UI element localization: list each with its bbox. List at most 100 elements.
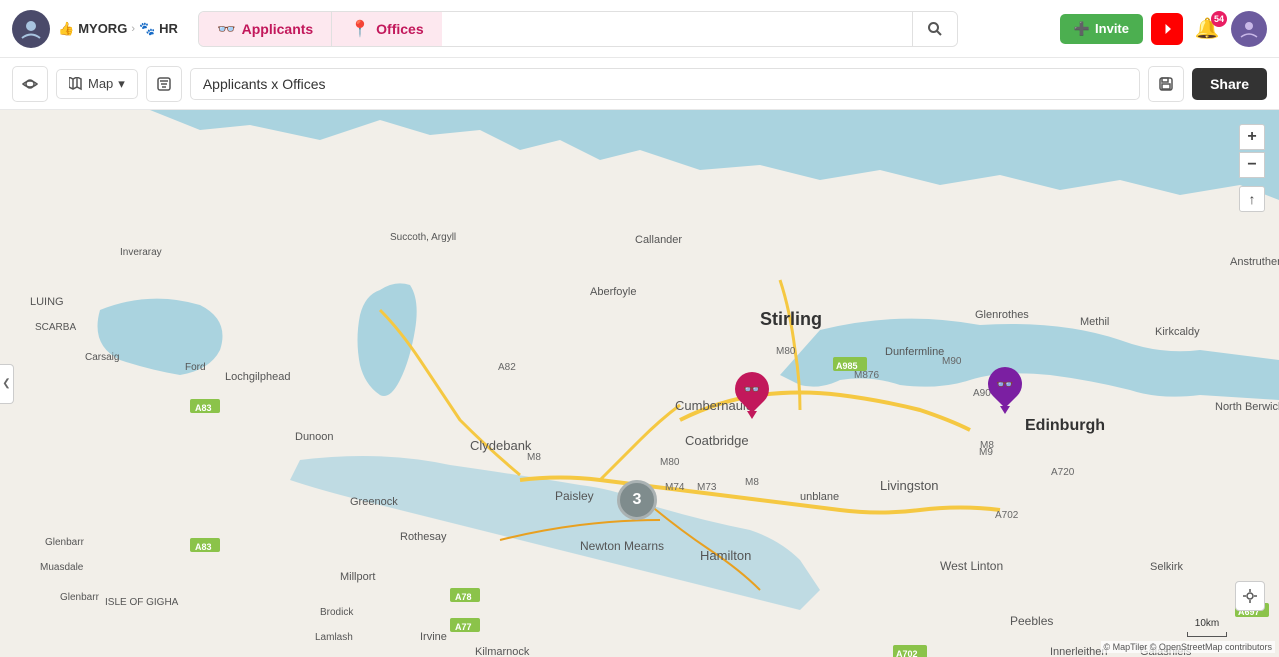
notification-badge: 54 (1211, 11, 1227, 27)
invite-label: Invite (1095, 21, 1129, 36)
tab-applicants-label: Applicants (242, 21, 314, 37)
svg-text:Muasdale: Muasdale (40, 562, 84, 573)
applicants-icon: 👓 (217, 20, 236, 38)
svg-text:Dunoon: Dunoon (295, 431, 334, 443)
svg-text:Lochgilphead: Lochgilphead (225, 371, 290, 383)
hr-icon: 🐾 (139, 21, 155, 37)
map-scale: 10km (1187, 632, 1227, 637)
office-marker-1[interactable]: 👓 (988, 367, 1022, 414)
svg-text:Hamilton: Hamilton (700, 548, 751, 563)
svg-text:Dunfermline: Dunfermline (885, 346, 944, 358)
cluster-count: 3 (633, 491, 642, 509)
svg-text:Anstruther: Anstruther (1230, 256, 1279, 268)
svg-text:Methil: Methil (1080, 316, 1109, 328)
svg-text:Lamlash: Lamlash (315, 632, 353, 643)
search-tabs-container: 👓 Applicants 📍 Offices (198, 11, 958, 47)
scale-label: 10km (1195, 618, 1219, 629)
svg-text:M8: M8 (980, 440, 994, 451)
thumb-icon: 👍 (58, 21, 74, 37)
section-name[interactable]: HR (159, 21, 178, 36)
svg-text:North Berwick: North Berwick (1215, 401, 1279, 413)
zoom-out-button[interactable]: − (1239, 152, 1265, 178)
sidebar-toggle-icon: ❮ (2, 378, 10, 389)
svg-text:Paisley: Paisley (555, 489, 594, 503)
svg-text:Ford: Ford (185, 362, 206, 373)
org-name[interactable]: MYORG (78, 21, 127, 36)
compass-button[interactable]: ↑ (1239, 186, 1265, 212)
chevron-icon: › (131, 23, 135, 35)
svg-text:Greenock: Greenock (350, 496, 398, 508)
svg-text:Newton Mearns: Newton Mearns (580, 539, 664, 553)
tab-offices-label: Offices (376, 21, 423, 37)
svg-text:A702: A702 (896, 649, 918, 657)
map-label: Map (88, 76, 113, 91)
map-container[interactable]: A82 M80 M876 M90 A90 M8 M80 M74 M73 M8 M… (0, 110, 1279, 657)
svg-text:Glenbarr: Glenbarr (60, 592, 100, 603)
user-avatar[interactable] (1231, 11, 1267, 47)
notifications-button[interactable]: 🔔 54 (1191, 13, 1223, 45)
toolbar: Map ▾ Share (0, 58, 1279, 110)
svg-text:SCARBA: SCARBA (35, 322, 76, 333)
app-logo (12, 10, 50, 48)
view-title-input[interactable] (190, 68, 1140, 100)
svg-text:Kilmarnock: Kilmarnock (475, 646, 530, 657)
svg-text:Glenbarr: Glenbarr (45, 537, 85, 548)
svg-text:Rothesay: Rothesay (400, 531, 447, 543)
svg-text:M876: M876 (854, 370, 879, 381)
my-location-button[interactable] (1235, 581, 1265, 611)
svg-text:Callander: Callander (635, 234, 682, 246)
save-button[interactable] (1148, 66, 1184, 102)
svg-text:Kirkcaldy: Kirkcaldy (1155, 326, 1200, 338)
svg-text:Carsaig: Carsaig (85, 352, 119, 363)
svg-text:Coatbridge: Coatbridge (685, 433, 749, 448)
svg-text:A77: A77 (455, 622, 472, 632)
invite-icon: ➕ (1074, 21, 1090, 37)
view-toggle-button[interactable] (12, 66, 48, 102)
svg-text:A83: A83 (195, 403, 212, 413)
svg-text:West Linton: West Linton (940, 559, 1003, 573)
search-button[interactable] (912, 12, 957, 46)
tab-applicants[interactable]: 👓 Applicants (199, 12, 332, 46)
app-header: 👍 MYORG › 🐾 HR 👓 Applicants 📍 Offices ➕ … (0, 0, 1279, 58)
svg-text:ISLE OF GIGHA: ISLE OF GIGHA (105, 597, 179, 608)
svg-text:M90: M90 (942, 356, 962, 367)
svg-text:A83: A83 (195, 542, 212, 552)
map-background: A82 M80 M876 M90 A90 M8 M80 M74 M73 M8 M… (0, 110, 1279, 657)
svg-text:Innerleithen: Innerleithen (1050, 646, 1108, 657)
org-breadcrumb: 👍 MYORG › 🐾 HR (58, 21, 178, 37)
sidebar-toggle[interactable]: ❮ (0, 364, 14, 404)
svg-text:Succoth, Argyll: Succoth, Argyll (390, 232, 456, 243)
filter-button[interactable] (146, 66, 182, 102)
svg-text:A720: A720 (1051, 467, 1075, 478)
svg-text:Glenrothes: Glenrothes (975, 309, 1029, 321)
svg-text:Selkirk: Selkirk (1150, 561, 1184, 573)
applicant-marker-1[interactable]: 👓 (735, 372, 769, 419)
svg-text:Millport: Millport (340, 571, 375, 583)
search-spacer (442, 12, 912, 46)
invite-button[interactable]: ➕ Invite (1060, 14, 1143, 44)
zoom-in-button[interactable]: + (1239, 124, 1265, 150)
cluster-marker[interactable]: 3 (617, 480, 657, 520)
svg-text:Peebles: Peebles (1010, 614, 1053, 628)
svg-text:LUING: LUING (30, 296, 64, 308)
svg-text:M73: M73 (697, 482, 717, 493)
svg-text:Edinburgh: Edinburgh (1025, 417, 1105, 434)
svg-text:Clydebank: Clydebank (470, 438, 532, 453)
svg-text:Stirling: Stirling (760, 309, 822, 329)
svg-text:Aberfoyle: Aberfoyle (590, 286, 636, 298)
svg-text:Livingston: Livingston (880, 478, 939, 493)
share-button[interactable]: Share (1192, 68, 1267, 100)
tab-offices[interactable]: 📍 Offices (332, 12, 441, 46)
map-zoom-controls: + − ↑ (1239, 124, 1265, 212)
svg-text:Inveraray: Inveraray (120, 247, 162, 258)
svg-text:M80: M80 (660, 457, 680, 468)
map-view-button[interactable]: Map ▾ (56, 69, 138, 99)
svg-text:A82: A82 (498, 362, 516, 373)
svg-text:M8: M8 (745, 477, 759, 488)
header-actions: ➕ Invite 🔔 54 (1060, 11, 1267, 47)
svg-text:M8: M8 (527, 452, 541, 463)
svg-text:A78: A78 (455, 592, 472, 602)
svg-text:Irvine: Irvine (420, 631, 447, 643)
youtube-icon[interactable] (1151, 13, 1183, 45)
svg-text:M74: M74 (665, 482, 685, 493)
